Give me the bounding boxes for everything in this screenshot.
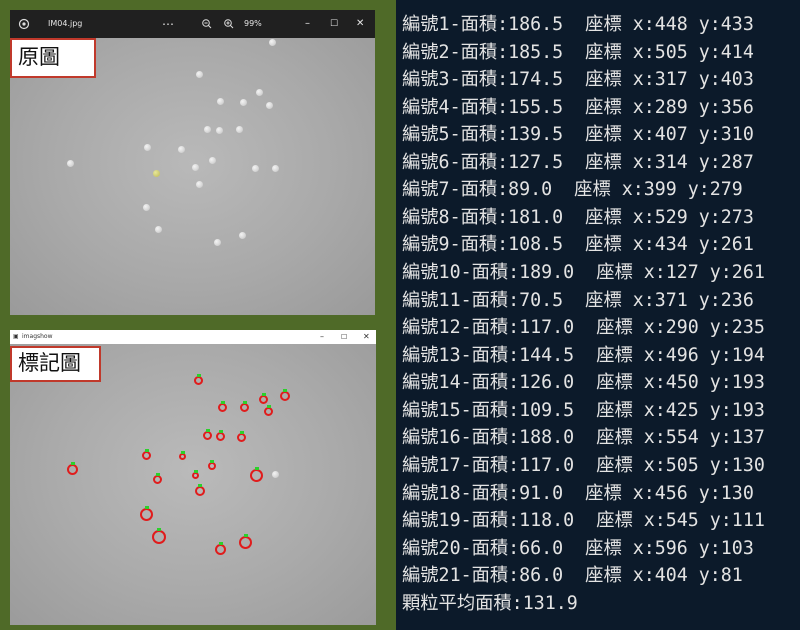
particle [252, 165, 259, 172]
particle-marker [280, 391, 290, 401]
particle-marker [240, 403, 249, 412]
particle-marker [208, 462, 216, 470]
particle-marker [215, 544, 226, 555]
particle-marker [259, 395, 268, 404]
photo-viewer-titlebar: IM04.jpg ⋯ 99% – ☐ ✕ [10, 10, 375, 38]
maximize-icon[interactable]: ☐ [330, 10, 338, 38]
particle-line: 編號8-面積:181.0 座標 x:529 y:273 [402, 207, 754, 228]
particle-line: 編號9-面積:108.5 座標 x:434 y:261 [402, 234, 754, 255]
particle-marker [192, 472, 199, 479]
particle-marker [218, 403, 227, 412]
original-image [10, 38, 375, 315]
particle [214, 239, 221, 246]
particle-marker [194, 376, 203, 385]
particle [272, 471, 279, 478]
particle [196, 71, 203, 78]
particle-marker [140, 508, 153, 521]
particle-marker [264, 407, 273, 416]
close-icon[interactable]: ✕ [363, 330, 370, 344]
photo-viewer-window: IM04.jpg ⋯ 99% – ☐ ✕ 原圖 [10, 10, 375, 315]
particle [209, 157, 216, 164]
particle [216, 127, 223, 134]
particle-line: 編號6-面積:127.5 座標 x:314 y:287 [402, 152, 754, 173]
particle-line: 編號10-面積:189.0 座標 x:127 y:261 [402, 262, 765, 283]
particle-line: 編號4-面積:155.5 座標 x:289 y:356 [402, 97, 754, 118]
particle-marker [195, 486, 205, 496]
minimize-icon[interactable]: – [305, 10, 310, 38]
particle [266, 102, 273, 109]
particle-marker [67, 464, 78, 475]
close-icon[interactable]: ✕ [356, 10, 364, 38]
particle [144, 144, 151, 151]
window-app-icon: ▣ [13, 333, 19, 340]
imagshow-window: ▣ imagshow – ☐ ✕ 標記圖 [10, 330, 376, 625]
particle-line: 編號12-面積:117.0 座標 x:290 y:235 [402, 317, 765, 338]
particle [240, 99, 247, 106]
particle-line: 編號14-面積:126.0 座標 x:450 y:193 [402, 372, 765, 393]
particle [256, 89, 263, 96]
photos-app-icon [18, 10, 30, 38]
particle-line: 編號7-面積:89.0 座標 x:399 y:279 [402, 179, 743, 200]
original-image-caption: 原圖 [10, 38, 96, 78]
particle [178, 146, 185, 153]
particle [192, 164, 199, 171]
particle-marker [237, 433, 246, 442]
particle-line: 編號15-面積:109.5 座標 x:425 y:193 [402, 400, 765, 421]
particle-marker [152, 530, 166, 544]
marked-image [10, 344, 376, 625]
particle [155, 226, 162, 233]
particle-line: 編號18-面積:91.0 座標 x:456 y:130 [402, 483, 754, 504]
imagshow-title: imagshow [22, 333, 53, 340]
particle-line: 編號3-面積:174.5 座標 x:317 y:403 [402, 69, 754, 90]
minimize-icon[interactable]: – [320, 330, 324, 344]
particle-line: 編號16-面積:188.0 座標 x:554 y:137 [402, 427, 765, 448]
particle [269, 39, 276, 46]
console-output: 編號1-面積:186.5 座標 x:448 y:433 編號2-面積:185.5… [396, 0, 800, 630]
particle-marker [216, 432, 225, 441]
marked-image-caption: 標記圖 [10, 346, 101, 382]
particle [143, 204, 150, 211]
particle-line: 編號1-面積:186.5 座標 x:448 y:433 [402, 14, 754, 35]
imagshow-titlebar: ▣ imagshow – ☐ ✕ [10, 330, 376, 345]
particle [196, 181, 203, 188]
particle [67, 160, 74, 167]
particle-line: 編號13-面積:144.5 座標 x:496 y:194 [402, 345, 765, 366]
particle [153, 170, 160, 177]
particle-line: 編號11-面積:70.5 座標 x:371 y:236 [402, 290, 754, 311]
maximize-icon[interactable]: ☐ [341, 330, 347, 344]
particle-line: 編號5-面積:139.5 座標 x:407 y:310 [402, 124, 754, 145]
particle-line: 編號2-面積:185.5 座標 x:505 y:414 [402, 42, 754, 63]
zoom-out-icon[interactable] [202, 10, 212, 38]
particle-marker [239, 536, 252, 549]
particle-marker [250, 469, 263, 482]
particle [217, 98, 224, 105]
particle-line: 編號21-面積:86.0 座標 x:404 y:81 [402, 565, 743, 586]
particle-marker [142, 451, 151, 460]
particle [272, 165, 279, 172]
average-area-line: 顆粒平均面積:131.9 [402, 593, 578, 614]
particle [239, 232, 246, 239]
particle-line: 編號17-面積:117.0 座標 x:505 y:130 [402, 455, 765, 476]
zoom-level: 99% [244, 19, 262, 28]
zoom-in-icon[interactable] [224, 10, 234, 38]
particle-line: 編號19-面積:118.0 座標 x:545 y:111 [402, 510, 765, 531]
filename-label: IM04.jpg [48, 19, 83, 28]
particle-marker [203, 431, 212, 440]
particle [236, 126, 243, 133]
particle-line: 編號20-面積:66.0 座標 x:596 y:103 [402, 538, 754, 559]
particle-marker [179, 453, 186, 460]
ellipsis-icon[interactable]: ⋯ [162, 10, 175, 38]
particle-marker [153, 475, 162, 484]
particle [204, 126, 211, 133]
